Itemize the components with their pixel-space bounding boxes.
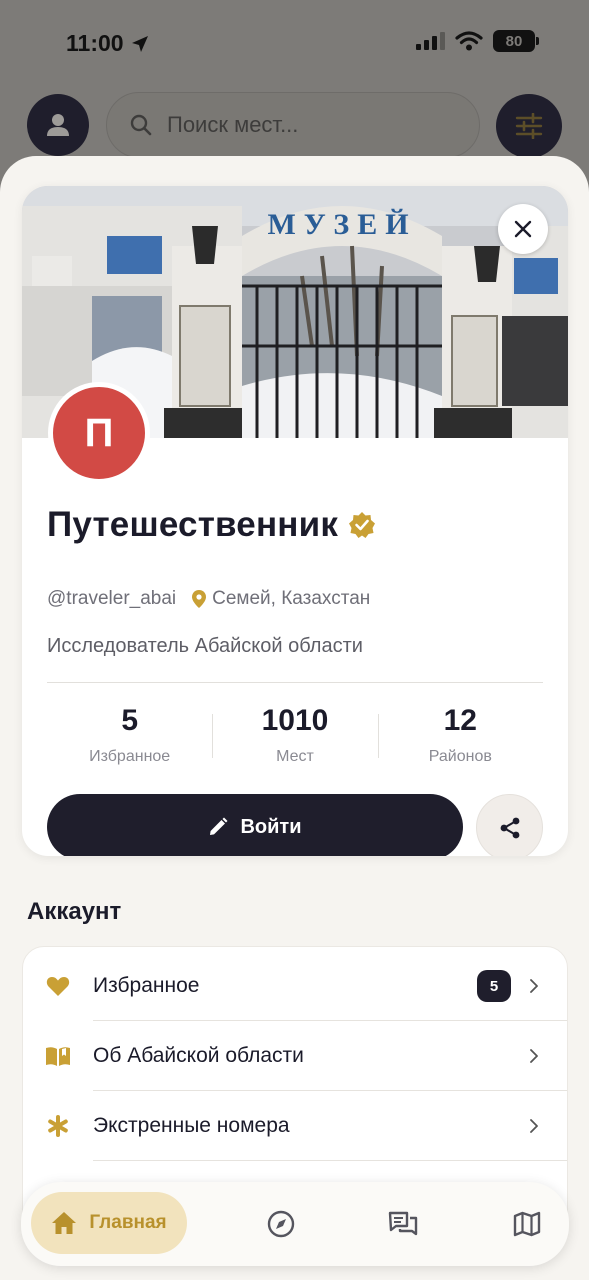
profile-sheet: МУЗЕЙ П Путешественник @traveler_abai Се… (0, 156, 589, 1280)
stat-value: 1010 (261, 704, 329, 737)
stat-label: Районов (428, 748, 492, 765)
map-icon (513, 1211, 541, 1237)
divider (47, 682, 543, 683)
book-icon (45, 1043, 71, 1069)
share-icon (500, 817, 519, 838)
stat-label: Избранное (89, 748, 171, 765)
stat-value: 12 (443, 704, 477, 737)
profile-meta: @traveler_abai Семей, Казахстан (47, 588, 370, 610)
heart-icon (45, 973, 71, 999)
account-section-title: Аккаунт (27, 898, 122, 925)
status-time: 11:00 (66, 30, 150, 57)
wifi-icon (455, 31, 483, 51)
stat-value: 5 (121, 704, 138, 737)
tab-home[interactable]: Главная (31, 1192, 187, 1254)
avatar-letter: П (84, 410, 114, 455)
compass-icon (267, 1210, 295, 1238)
username: @traveler_abai (47, 588, 177, 609)
name-row: Путешественник (47, 505, 376, 545)
location-pin-icon (192, 590, 207, 608)
filter-button[interactable] (496, 94, 562, 158)
avatar: П (48, 382, 150, 484)
stat-districts: 12 Районов (377, 704, 543, 766)
profile-bio: Исследователь Абайской области (47, 635, 363, 657)
tab-chat[interactable] (383, 1202, 423, 1246)
search-placeholder: Поиск мест... (167, 112, 299, 137)
menu-item-emergency-numbers[interactable]: Экстренные номера (23, 1091, 567, 1161)
close-button[interactable] (498, 204, 548, 254)
top-bar: Поиск мест... (0, 92, 589, 158)
menu-item-label: Экстренные номера (93, 1114, 290, 1137)
profile-button[interactable] (27, 94, 89, 156)
battery-level: 80 (505, 32, 523, 50)
close-icon (514, 220, 532, 238)
status-icons: 80 (415, 30, 539, 52)
login-label: Войти (240, 815, 302, 838)
location-text: Семей, Казахстан (212, 588, 371, 609)
verified-badge-icon (349, 512, 376, 538)
favorites-count-badge: 5 (477, 970, 511, 1002)
menu-item-favorites[interactable]: Избранное 5 (23, 951, 567, 1021)
chevron-right-icon (530, 979, 538, 993)
battery-indicator: 80 (493, 30, 539, 52)
search-input[interactable]: Поиск мест... (106, 92, 480, 158)
sliders-icon (515, 113, 543, 139)
stat-places: 1010 Мест (212, 704, 377, 766)
search-icon (130, 114, 152, 136)
tab-map[interactable] (507, 1202, 547, 1246)
stat-label: Мест (276, 748, 314, 765)
menu-item-label: Избранное (93, 974, 200, 997)
status-bar: 11:00 80 (0, 0, 589, 88)
menu-divider (93, 1160, 567, 1161)
pencil-icon (210, 817, 228, 835)
tab-home-label: Главная (89, 1212, 167, 1233)
stats-row: 5 Избранное 1010 Мест 12 Районов (47, 704, 543, 766)
cover-sign-text: МУЗЕЙ (267, 208, 416, 241)
chevron-right-icon (530, 1119, 538, 1133)
profile-name: Путешественник (47, 505, 339, 544)
tab-explore[interactable] (261, 1202, 301, 1246)
location-arrow-icon (131, 35, 148, 52)
chat-icon (388, 1211, 418, 1236)
stat-favorites: 5 Избранное (47, 704, 212, 766)
menu-item-label: Об Абайской области (93, 1044, 304, 1067)
share-button[interactable] (476, 794, 543, 856)
home-icon (52, 1212, 77, 1234)
profile-card: МУЗЕЙ П Путешественник @traveler_abai Се… (22, 186, 568, 856)
user-icon (47, 114, 69, 136)
menu-item-about-region[interactable]: Об Абайской области (23, 1021, 567, 1091)
chevron-right-icon (530, 1049, 538, 1063)
location: Семей, Казахстан (192, 588, 370, 610)
tab-bar: Главная (21, 1182, 569, 1266)
login-button[interactable]: Войти (47, 794, 463, 856)
time-text: 11:00 (66, 30, 124, 56)
signal-icon (416, 32, 445, 50)
asterisk-icon (45, 1113, 71, 1139)
